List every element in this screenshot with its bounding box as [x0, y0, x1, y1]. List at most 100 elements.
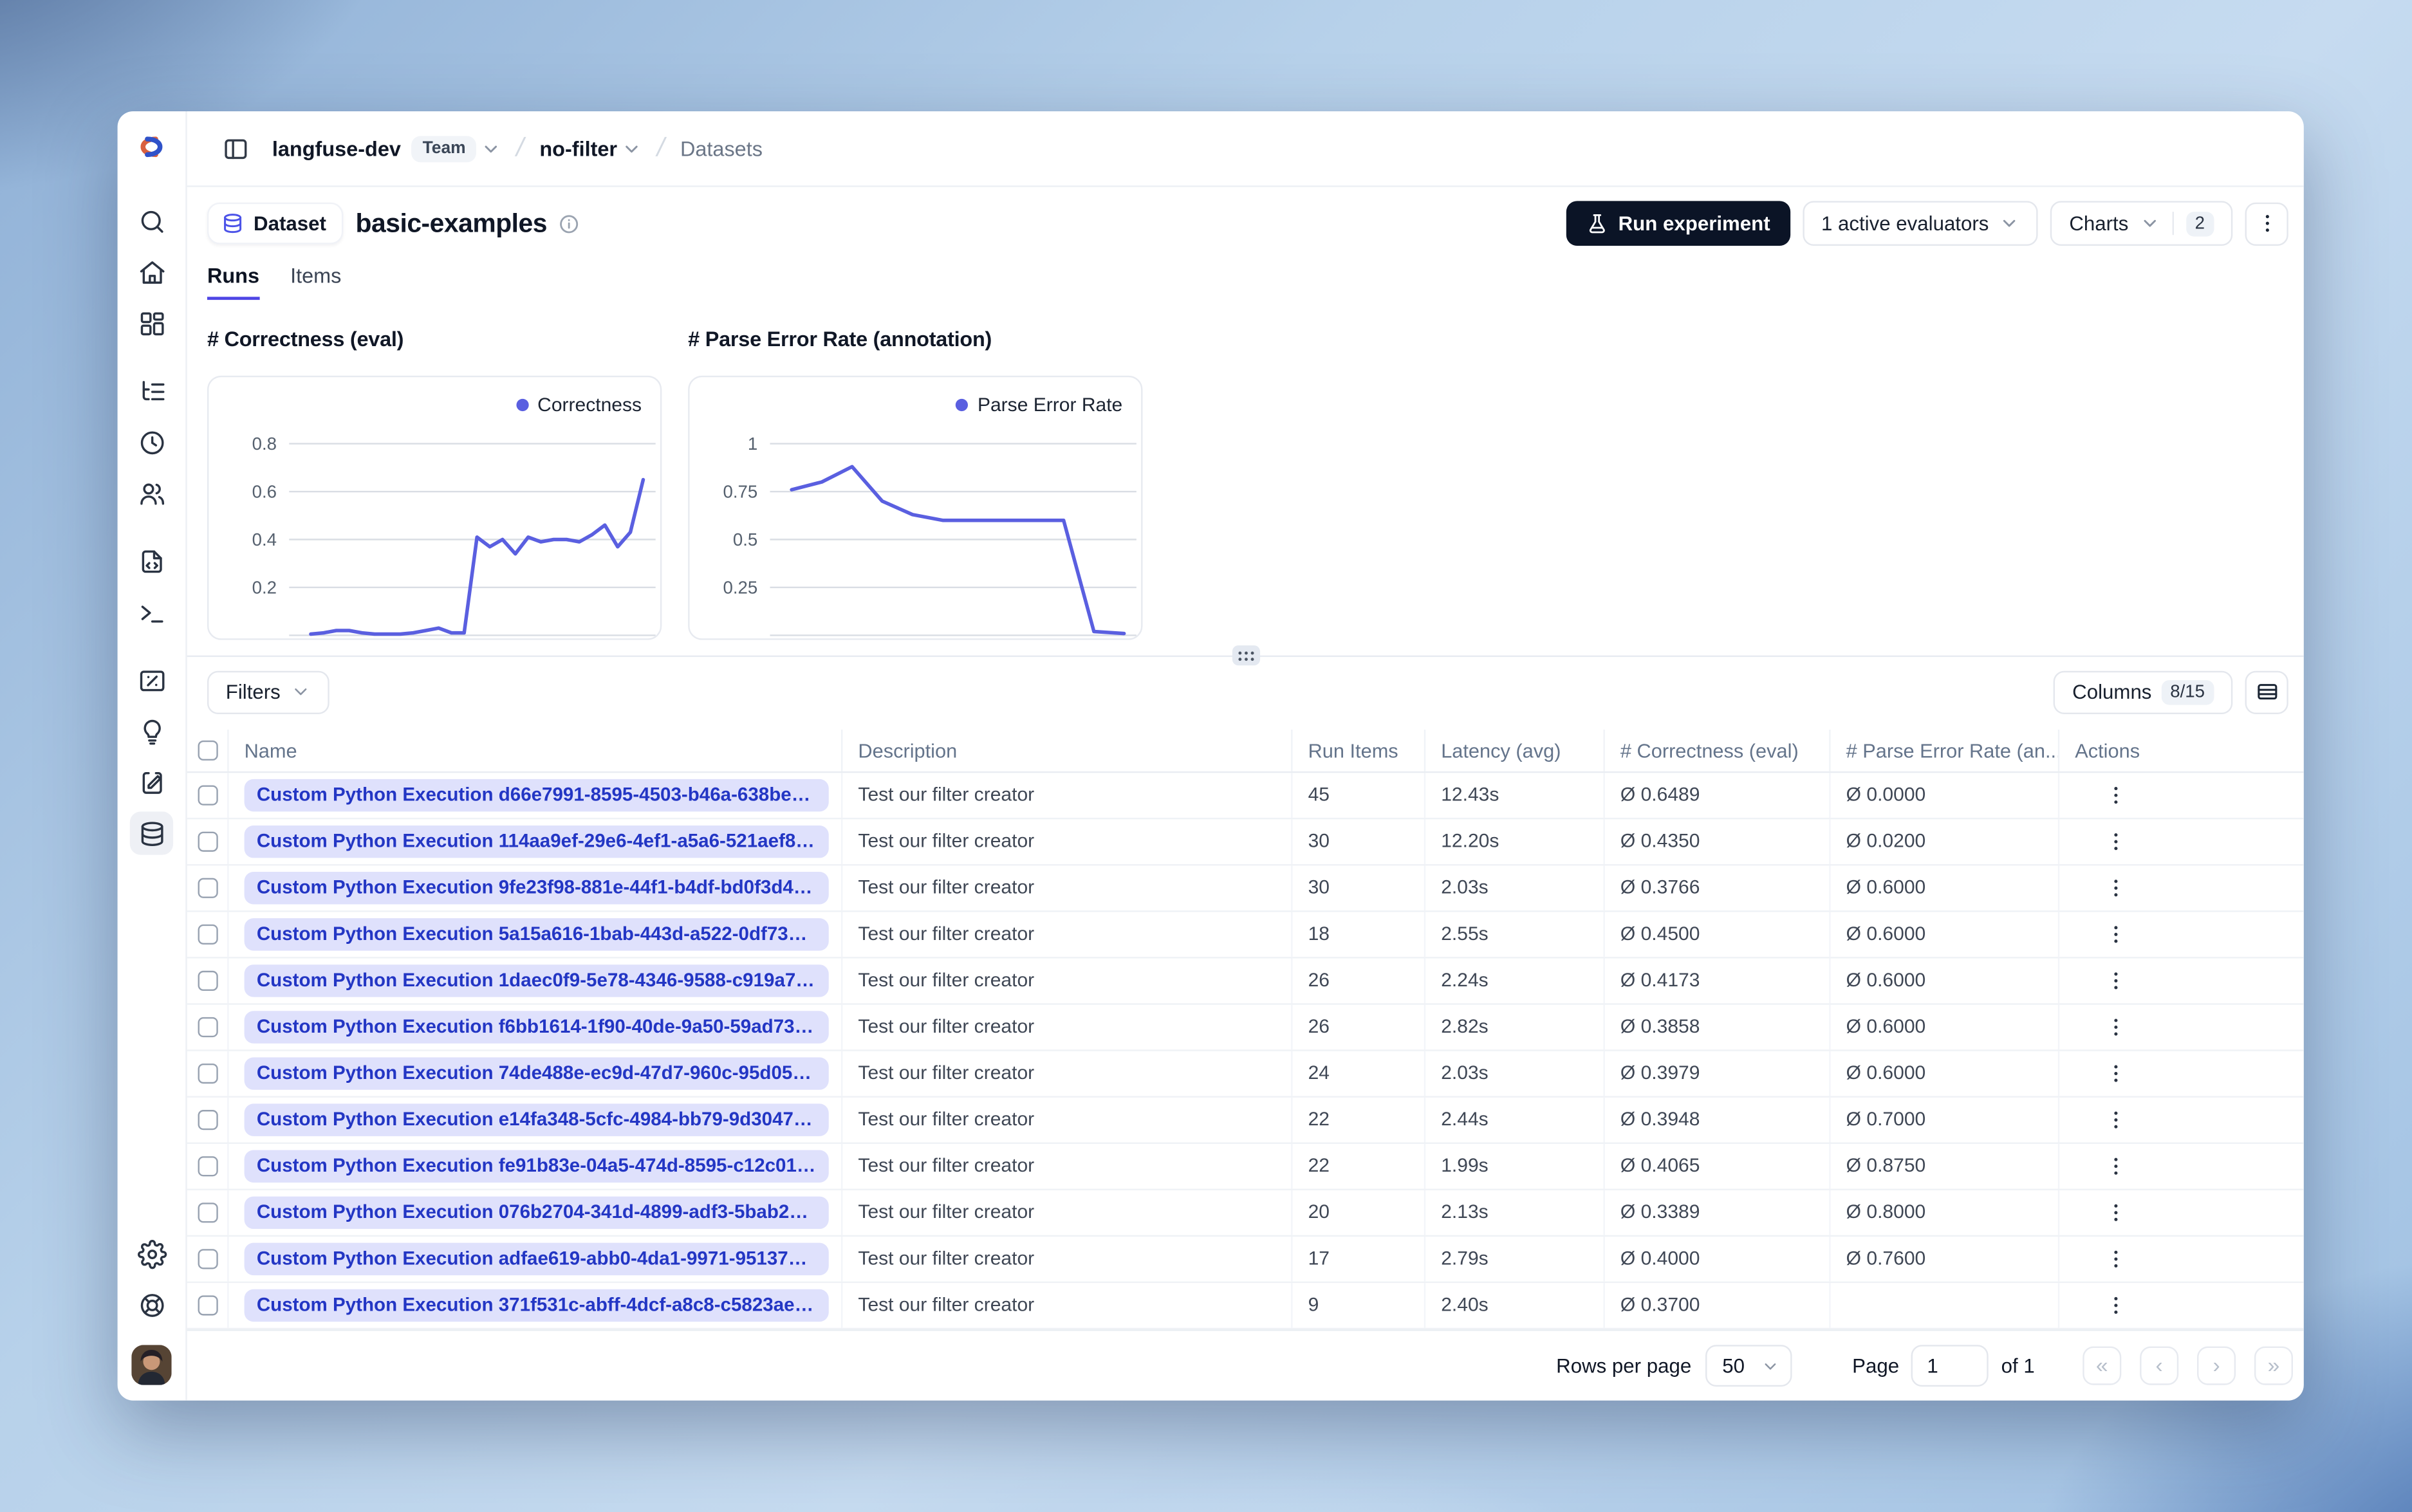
row-kebab-button[interactable] — [2097, 1009, 2134, 1046]
filters-button[interactable]: Filters — [207, 670, 330, 714]
column-header-0[interactable]: Name — [229, 729, 843, 771]
tab-items[interactable]: Items — [290, 264, 341, 299]
sidebar-item-search[interactable] — [130, 199, 173, 243]
row-kebab-button[interactable] — [2097, 916, 2134, 953]
row-checkbox[interactable] — [197, 1110, 218, 1130]
correctness-cell: Ø 0.3700 — [1605, 1283, 1831, 1328]
header-kebab-button[interactable] — [2245, 202, 2288, 246]
info-icon[interactable] — [558, 213, 580, 235]
breadcrumb-project[interactable]: no-filter — [539, 137, 617, 160]
next-page-button[interactable]: › — [2197, 1346, 2236, 1385]
sidebar-toggle-button[interactable] — [216, 130, 254, 167]
row-height-button[interactable] — [2245, 670, 2288, 714]
breadcrumb-section[interactable]: Datasets — [680, 137, 763, 160]
page-number-input[interactable]: 1 — [1911, 1345, 1989, 1387]
row-checkbox[interactable] — [197, 831, 218, 852]
sidebar-item-sessions[interactable] — [130, 420, 173, 463]
run-name-link[interactable]: Custom Python Execution 74de488e-ec9d-47… — [244, 1057, 829, 1090]
run-name-link[interactable]: Custom Python Execution 114aa9ef-29e6-4e… — [244, 825, 829, 858]
row-kebab-button[interactable] — [2097, 963, 2134, 1000]
run-name-link[interactable]: Custom Python Execution fe91b83e-04a5-47… — [244, 1150, 829, 1183]
run-experiment-label: Run experiment — [1618, 212, 1770, 235]
sidebar-item-evals[interactable] — [130, 658, 173, 701]
columns-button[interactable]: Columns 8/15 — [2054, 670, 2233, 714]
run-name-link[interactable]: Custom Python Execution 076b2704-341d-48… — [244, 1196, 829, 1230]
previous-page-button[interactable]: ‹ — [2140, 1346, 2179, 1385]
row-select-cell — [187, 1051, 229, 1096]
run-name-link[interactable]: Custom Python Execution e14fa348-5cfc-49… — [244, 1103, 829, 1136]
breadcrumb-org[interactable]: langfuse-dev — [272, 137, 401, 160]
select-all-checkbox[interactable] — [197, 740, 218, 761]
run-name-link[interactable]: Custom Python Execution 9fe23f98-881e-44… — [244, 872, 829, 905]
charts-dropdown[interactable]: Charts 2 — [2050, 201, 2233, 246]
description-cell: Test our filter creator — [842, 1283, 1293, 1328]
sidebar-item-annotation[interactable] — [130, 761, 173, 804]
sidebar-item-datasets[interactable] — [129, 811, 174, 855]
row-checkbox[interactable] — [197, 1017, 218, 1038]
avatar[interactable] — [131, 1345, 172, 1385]
run-name-link[interactable]: Custom Python Execution 5a15a616-1bab-44… — [244, 918, 829, 951]
row-kebab-button[interactable] — [2097, 1102, 2134, 1139]
row-checkbox[interactable] — [197, 924, 218, 945]
sidebar-item-tracing[interactable] — [130, 369, 173, 412]
run-name-link[interactable]: Custom Python Execution d66e7991-8595-45… — [244, 779, 829, 812]
actions-cell — [2059, 1005, 2304, 1050]
sidebar-item-home[interactable] — [130, 250, 173, 293]
description-cell: Test our filter creator — [842, 865, 1293, 911]
run-name-cell: Custom Python Execution fe91b83e-04a5-47… — [229, 1143, 843, 1189]
toolbar-right: Columns 8/15 — [2054, 670, 2288, 714]
sidebar-item-support[interactable] — [130, 1283, 173, 1326]
run-name-link[interactable]: Custom Python Execution f6bb1614-1f90-40… — [244, 1011, 829, 1044]
row-checkbox[interactable] — [197, 1063, 218, 1084]
run-name-link[interactable]: Custom Python Execution 371f531c-abff-4d… — [244, 1289, 829, 1322]
project-chevron-down-icon[interactable] — [622, 138, 642, 158]
row-kebab-button[interactable] — [2097, 823, 2134, 860]
sidebar-item-playground[interactable] — [130, 591, 173, 634]
row-checkbox[interactable] — [197, 1295, 218, 1316]
column-header-1[interactable]: Description — [842, 729, 1293, 771]
row-kebab-button[interactable] — [2097, 869, 2134, 907]
select-all-cell — [187, 729, 229, 771]
run-name-link[interactable]: Custom Python Execution adfae619-abb0-4d… — [244, 1242, 829, 1276]
sidebar-item-settings[interactable] — [130, 1232, 173, 1275]
dataset-entity-pill[interactable]: Dataset — [207, 203, 344, 245]
column-header-6[interactable]: Actions — [2059, 729, 2304, 771]
org-chevron-down-icon[interactable] — [481, 138, 501, 158]
sidebar-item-users[interactable] — [130, 472, 173, 515]
row-kebab-button[interactable] — [2097, 1287, 2134, 1324]
column-header-5[interactable]: # Parse Error Rate (an... — [1831, 729, 2060, 771]
rows-per-page-select[interactable]: 50 — [1705, 1345, 1792, 1387]
drag-handle[interactable] — [1231, 645, 1259, 666]
row-checkbox[interactable] — [197, 878, 218, 898]
sidebar-item-dashboards[interactable] — [130, 302, 173, 345]
row-kebab-button[interactable] — [2097, 1055, 2134, 1093]
sidebar-item-prompts[interactable] — [130, 539, 173, 582]
column-header-3[interactable]: Latency (avg) — [1425, 729, 1605, 771]
drag-dots-icon — [1238, 650, 1254, 661]
row-checkbox[interactable] — [197, 970, 218, 991]
breadcrumb-separator: / — [514, 133, 528, 163]
column-header-label: Name — [244, 738, 297, 762]
column-header-label: # Parse Error Rate (an... — [1846, 738, 2060, 762]
column-header-4[interactable]: # Correctness (eval) — [1605, 729, 1831, 771]
sidebar-item-insights[interactable] — [130, 710, 173, 753]
column-header-2[interactable]: Run Items — [1293, 729, 1426, 771]
row-kebab-button[interactable] — [2097, 777, 2134, 814]
row-kebab-button[interactable] — [2097, 1148, 2134, 1185]
last-page-button[interactable]: » — [2254, 1346, 2294, 1385]
run-experiment-button[interactable]: Run experiment — [1565, 201, 1790, 246]
row-checkbox[interactable] — [197, 785, 218, 806]
evaluators-chevron-down-icon — [1999, 214, 2019, 234]
first-page-button[interactable]: « — [2083, 1346, 2122, 1385]
row-checkbox[interactable] — [197, 1156, 218, 1177]
row-checkbox[interactable] — [197, 1249, 218, 1269]
active-evaluators-dropdown[interactable]: 1 active evaluators — [1803, 201, 2039, 246]
run-name-link[interactable]: Custom Python Execution 1daec0f9-5e78-43… — [244, 964, 829, 997]
row-kebab-button[interactable] — [2097, 1240, 2134, 1278]
row-kebab-button[interactable] — [2097, 1194, 2134, 1231]
parse-error-rate-cell: Ø 0.8000 — [1831, 1190, 2060, 1235]
run-name-cell: Custom Python Execution f6bb1614-1f90-40… — [229, 1004, 843, 1050]
tab-runs[interactable]: Runs — [207, 264, 260, 300]
row-checkbox[interactable] — [197, 1203, 218, 1223]
langfuse-logo[interactable] — [135, 130, 169, 164]
